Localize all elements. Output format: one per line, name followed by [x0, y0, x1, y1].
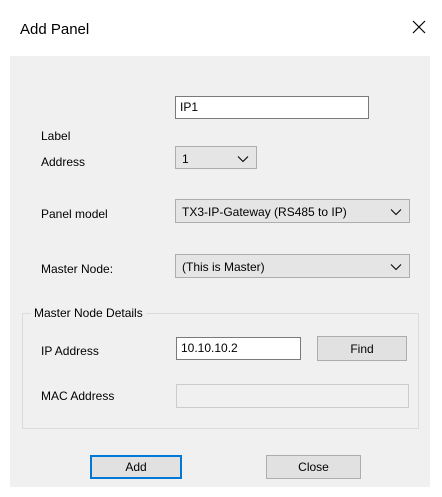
address-dropdown[interactable]: 1: [175, 146, 257, 169]
find-button[interactable]: Find: [317, 336, 407, 361]
address-caption: Address: [41, 155, 86, 169]
ip-address-input[interactable]: 10.10.10.2: [176, 337, 301, 360]
label-input[interactable]: IP1: [175, 96, 369, 119]
close-icon[interactable]: [406, 14, 432, 40]
title-bar: Add Panel: [0, 0, 442, 56]
chevron-down-icon: [390, 264, 402, 271]
chevron-down-icon: [237, 156, 249, 163]
group-title: Master Node Details: [31, 306, 146, 320]
add-button[interactable]: Add: [90, 455, 182, 479]
panel-model-caption: Panel model: [41, 207, 108, 221]
master-node-selected: (This is Master): [182, 260, 265, 274]
dialog-title: Add Panel: [20, 21, 90, 38]
mac-address-input[interactable]: [176, 384, 409, 408]
label-caption: Label: [41, 129, 71, 143]
close-button[interactable]: Close: [266, 455, 361, 479]
panel-model-selected: TX3-IP-Gateway (RS485 to IP): [182, 205, 347, 219]
master-node-dropdown[interactable]: (This is Master): [175, 254, 410, 278]
address-selected: 1: [182, 152, 189, 166]
master-node-details-group: Master Node Details IP Address 10.10.10.…: [22, 306, 419, 429]
master-node-caption: Master Node:: [41, 262, 114, 276]
mac-address-caption: MAC Address: [41, 389, 115, 403]
ip-address-caption: IP Address: [41, 344, 99, 358]
add-panel-dialog: Add Panel Label IP1 Address 1 Panel mode…: [0, 0, 442, 497]
dialog-body: Label IP1 Address 1 Panel model TX3-IP-G…: [10, 56, 430, 487]
panel-model-dropdown[interactable]: TX3-IP-Gateway (RS485 to IP): [175, 199, 410, 223]
chevron-down-icon: [390, 209, 402, 216]
